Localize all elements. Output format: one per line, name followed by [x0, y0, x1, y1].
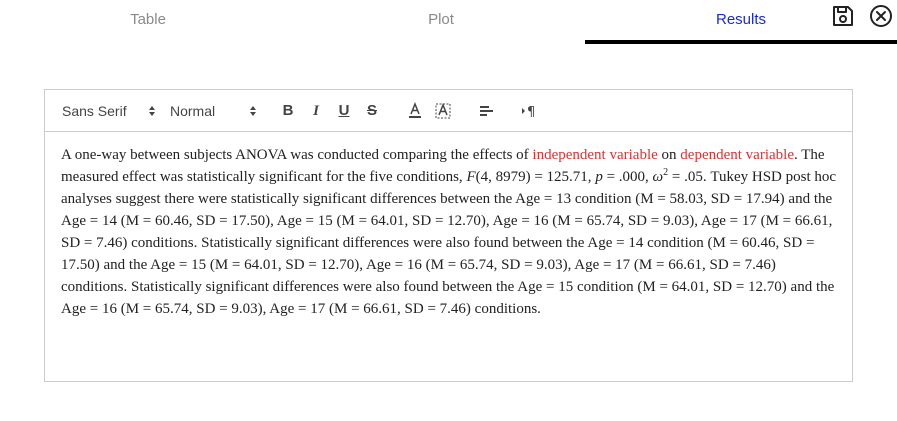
background-color-icon — [435, 102, 451, 119]
p-symbol: p — [595, 169, 603, 185]
close-circle-icon[interactable] — [869, 4, 893, 28]
dependent-variable-label: dependent variable — [680, 147, 794, 163]
results-connector: on — [657, 147, 681, 163]
underline-button[interactable]: U — [334, 101, 354, 121]
tab-plot[interactable]: Plot — [296, 0, 586, 41]
italic-button[interactable]: I — [306, 101, 326, 121]
text-color-icon — [409, 102, 421, 118]
select-arrows-icon — [149, 106, 155, 116]
text-color-button[interactable] — [405, 101, 425, 121]
f-statistic-value: (4, 8979) = 125.71, — [475, 169, 596, 185]
font-size-value: Normal — [170, 103, 216, 119]
font-family-value: Sans Serif — [62, 103, 127, 119]
align-button[interactable] — [476, 101, 496, 121]
active-tab-indicator — [585, 40, 897, 44]
align-left-icon — [480, 106, 493, 116]
save-icon[interactable] — [831, 4, 855, 28]
tab-bar: Table Plot Results — [0, 0, 897, 44]
results-text[interactable]: A one-way between subjects ANOVA was con… — [61, 144, 841, 320]
editor-toolbar: Sans Serif Normal B I U S ¶ — [45, 90, 852, 132]
background-color-button[interactable] — [433, 101, 453, 121]
text-direction-icon: ¶ — [522, 105, 535, 120]
p-value: = .000, — [602, 169, 653, 185]
f-statistic-symbol: F — [466, 169, 476, 185]
strikethrough-button[interactable]: S — [362, 101, 382, 121]
text-direction-button[interactable]: ¶ — [519, 101, 539, 121]
paragraph-glyph: ¶ — [527, 105, 535, 120]
independent-variable-label: independent variable — [532, 147, 658, 163]
omega-symbol: ω — [652, 169, 664, 185]
results-posthoc-text: = .05. Tukey HSD post hoc analyses sugge… — [61, 169, 837, 317]
results-sentence-1: A one-way between subjects ANOVA was con… — [61, 147, 533, 163]
font-family-select[interactable]: Sans Serif — [62, 90, 158, 131]
select-arrows-icon — [250, 106, 256, 116]
font-size-select[interactable]: Normal — [170, 90, 258, 131]
tab-table[interactable]: Table — [0, 0, 296, 41]
results-editor[interactable]: Sans Serif Normal B I U S ¶ A one-way be… — [44, 89, 853, 382]
bold-button[interactable]: B — [278, 101, 298, 121]
